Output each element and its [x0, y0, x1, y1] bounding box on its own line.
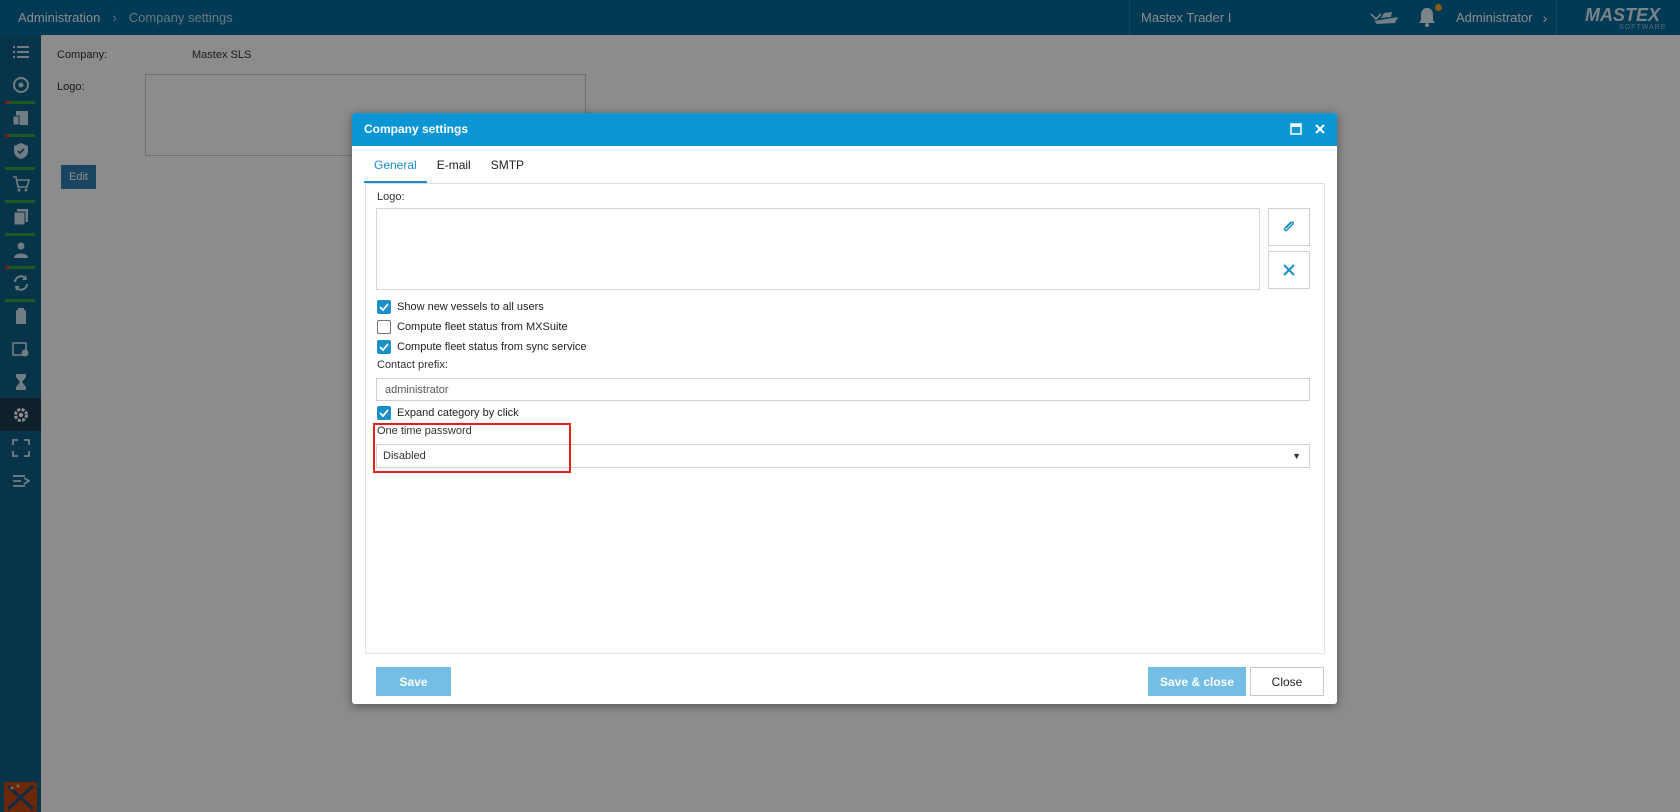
- tab-smtp[interactable]: SMTP: [481, 148, 534, 183]
- tab-email[interactable]: E-mail: [427, 148, 481, 183]
- show-new-vessels-label: Show new vessels to all users: [397, 301, 544, 313]
- dialog-tabs: General E-mail SMTP: [364, 148, 534, 183]
- expand-category-label: Expand category by click: [397, 407, 519, 419]
- paperclip-icon: [1283, 221, 1295, 232]
- close-icon: [1283, 264, 1295, 276]
- checkmark-icon: [379, 343, 389, 352]
- remove-logo-button[interactable]: [1268, 251, 1310, 289]
- compute-fleet-sync-option[interactable]: Compute fleet status from sync service: [377, 339, 587, 355]
- compute-fleet-sync-label: Compute fleet status from sync service: [397, 341, 587, 353]
- close-button[interactable]: Close: [1250, 667, 1324, 696]
- show-new-vessels-option[interactable]: Show new vessels to all users: [377, 299, 544, 315]
- dropdown-arrow-icon: ▼: [1292, 451, 1301, 461]
- compute-fleet-mxsuite-checkbox[interactable]: [377, 320, 391, 334]
- company-settings-dialog: Company settings General E-mail SMTP Log…: [352, 113, 1337, 704]
- compute-fleet-mxsuite-option[interactable]: Compute fleet status from MXSuite: [377, 319, 568, 335]
- contact-prefix-label: Contact prefix:: [377, 359, 448, 371]
- checkmark-icon: [379, 409, 389, 418]
- show-new-vessels-checkbox[interactable]: [377, 300, 391, 314]
- dialog-header: Company settings: [352, 113, 1337, 146]
- compute-fleet-sync-checkbox[interactable]: [377, 340, 391, 354]
- logo-field-label: Logo:: [377, 191, 405, 203]
- contact-prefix-input[interactable]: [376, 378, 1310, 401]
- dialog-title: Company settings: [364, 122, 469, 136]
- save-button[interactable]: Save: [376, 667, 451, 696]
- tab-general[interactable]: General: [364, 148, 427, 183]
- save-and-close-button[interactable]: Save & close: [1148, 667, 1246, 696]
- expand-category-checkbox[interactable]: [377, 406, 391, 420]
- compute-fleet-mxsuite-label: Compute fleet status from MXSuite: [397, 321, 568, 333]
- checkmark-icon: [379, 303, 389, 312]
- logo-upload-area[interactable]: [376, 208, 1260, 290]
- expand-category-option[interactable]: Expand category by click: [377, 405, 519, 421]
- attach-logo-button[interactable]: [1268, 208, 1310, 246]
- maximize-icon[interactable]: [1290, 123, 1302, 135]
- close-icon[interactable]: [1314, 123, 1326, 135]
- highlight-box: [373, 423, 571, 473]
